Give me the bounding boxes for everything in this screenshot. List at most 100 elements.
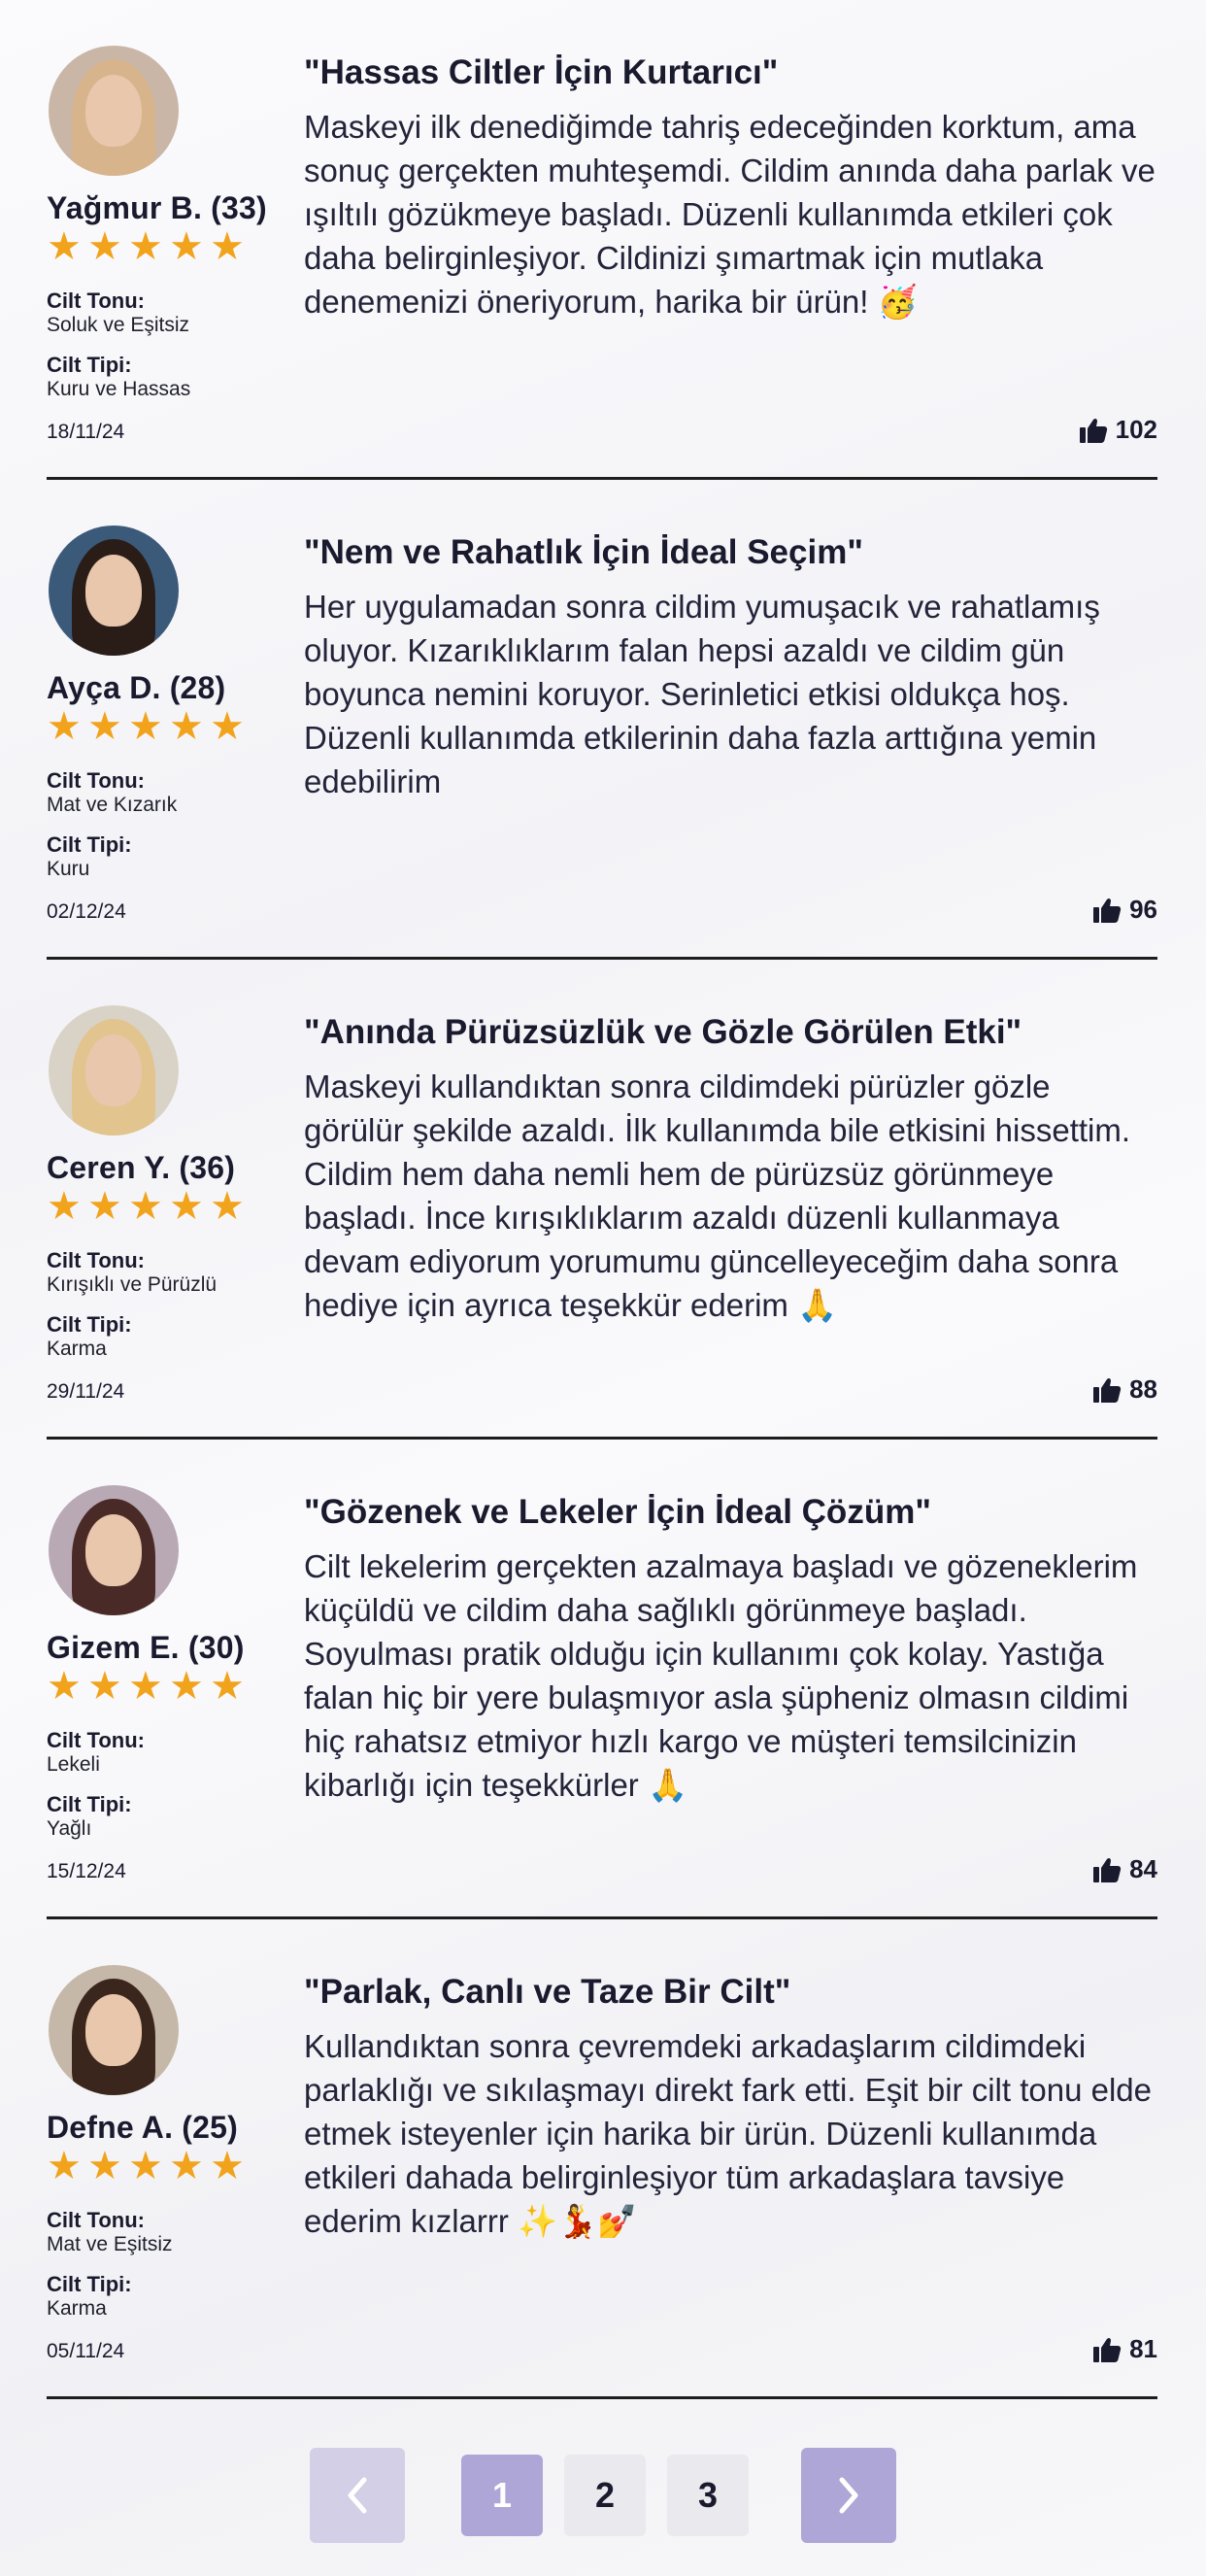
avatar — [49, 525, 179, 656]
review-date: 29/11/24 — [47, 1380, 125, 1403]
review-title: "Nem ve Rahatlık İçin İdeal Seçim" — [304, 533, 863, 571]
page-number: 1 — [491, 2475, 513, 2515]
review-title: "Anında Pürüzsüzlük ve Gözle Görülen Etk… — [304, 1013, 1022, 1051]
star-icon: ★ — [47, 705, 82, 748]
review-card: Ayça D. (28) ★ ★ ★ ★ ★ Cilt Tonu: Mat ve Kız… — [47, 480, 1157, 960]
like-count: 84 — [1129, 1854, 1157, 1883]
star-icon: ★ — [87, 1185, 122, 1228]
reviewer-name: Defne A. (25) — [47, 2110, 239, 2145]
review-title: "Hassas Ciltler İçin Kurtarıcı" — [304, 53, 779, 91]
skin-type-label: Cilt Tipi: — [47, 353, 132, 377]
like-button[interactable]: 96 — [1092, 895, 1157, 925]
reviewer-name: Ayça D. (28) — [47, 670, 226, 705]
next-page-button[interactable] — [801, 2448, 896, 2543]
review-card: Defne A. (25) ★ ★ ★ ★ ★ Cilt Tonu: Mat ve Eş… — [47, 1919, 1157, 2399]
star-icon: ★ — [128, 225, 163, 268]
like-count: 96 — [1129, 895, 1157, 924]
reviewer-name: Ceren Y. (36) — [47, 1150, 236, 1185]
star-icon: ★ — [210, 705, 245, 748]
like-button[interactable]: 88 — [1092, 1374, 1157, 1405]
page-button-1[interactable]: 1 — [461, 2455, 543, 2536]
review-card: Ceren Y. (36) ★ ★ ★ ★ ★ Cilt Tonu: Kırışıklı… — [47, 960, 1157, 1440]
page-number: 3 — [697, 2475, 719, 2515]
review-card: Yağmur B. (33) ★ ★ ★ ★ ★ Cilt Tonu: Soluk ve… — [47, 0, 1157, 480]
avatar — [49, 1485, 179, 1615]
chevron-right-icon — [839, 2477, 858, 2514]
star-icon: ★ — [87, 225, 122, 268]
star-rating: ★ ★ ★ ★ ★ — [47, 225, 245, 268]
star-rating: ★ ★ ★ ★ ★ — [47, 2145, 245, 2187]
reviewer-name: Gizem E. (30) — [47, 1630, 245, 1665]
skin-tone-value: Mat ve Eşitsiz — [47, 2233, 173, 2255]
star-icon: ★ — [87, 2145, 122, 2187]
page-number: 2 — [594, 2475, 616, 2515]
thumbs-up-icon — [1079, 418, 1107, 443]
skin-type-value: Yağlı — [47, 1817, 92, 1840]
review-date: 18/11/24 — [47, 421, 125, 443]
star-icon: ★ — [47, 1665, 82, 1708]
star-icon: ★ — [87, 1665, 122, 1708]
like-button[interactable]: 81 — [1092, 2334, 1157, 2364]
star-icon: ★ — [210, 1665, 245, 1708]
skin-tone-label: Cilt Tonu: — [47, 1248, 145, 1272]
star-rating: ★ ★ ★ ★ ★ — [47, 1185, 245, 1228]
skin-type-value: Kuru — [47, 858, 90, 880]
skin-tone-label: Cilt Tonu: — [47, 1728, 145, 1752]
review-date: 15/12/24 — [47, 1860, 126, 1882]
thumbs-up-icon — [1093, 1857, 1122, 1882]
star-icon: ★ — [169, 225, 204, 268]
star-icon: ★ — [210, 2145, 245, 2187]
skin-tone-label: Cilt Tonu: — [47, 768, 145, 793]
pagination: 1 2 3 — [0, 2448, 1206, 2543]
skin-type-value: Karma — [47, 1338, 107, 1360]
like-count: 102 — [1115, 415, 1157, 444]
star-icon: ★ — [210, 1185, 245, 1228]
star-rating: ★ ★ ★ ★ ★ — [47, 705, 245, 748]
like-count: 81 — [1129, 2334, 1157, 2363]
star-icon: ★ — [128, 1185, 163, 1228]
star-icon: ★ — [47, 225, 82, 268]
skin-tone-value: Lekeli — [47, 1753, 100, 1776]
avatar — [49, 46, 179, 176]
review-card: Gizem E. (30) ★ ★ ★ ★ ★ Cilt Tonu: Lekeli Ci… — [47, 1440, 1157, 1919]
page-button-3[interactable]: 3 — [667, 2455, 749, 2536]
star-icon: ★ — [169, 2145, 204, 2187]
thumbs-up-icon — [1093, 1377, 1122, 1403]
star-icon: ★ — [210, 225, 245, 268]
skin-type-value: Kuru ve Hassas — [47, 378, 191, 400]
star-icon: ★ — [128, 1665, 163, 1708]
skin-tone-value: Mat ve Kızarık — [47, 794, 178, 816]
star-icon: ★ — [128, 2145, 163, 2187]
star-icon: ★ — [169, 1185, 204, 1228]
review-date: 05/11/24 — [47, 2340, 125, 2362]
prev-page-button[interactable] — [310, 2448, 405, 2543]
skin-type-label: Cilt Tipi: — [47, 1312, 132, 1337]
like-count: 88 — [1129, 1374, 1157, 1404]
review-date: 02/12/24 — [47, 900, 126, 923]
review-body: Maskeyi ilk denediğimde tahriş edeceğind… — [304, 109, 1156, 320]
review-title: "Parlak, Canlı ve Taze Bir Cilt" — [304, 1973, 791, 2011]
skin-type-value: Karma — [47, 2297, 107, 2320]
skin-type-label: Cilt Tipi: — [47, 1792, 132, 1816]
avatar — [49, 1005, 179, 1135]
chevron-left-icon — [348, 2477, 367, 2514]
review-body: Her uygulamadan sonra cildim yumuşacık v… — [304, 589, 1100, 799]
review-body: Kullandıktan sonra çevremdeki arkadaşlar… — [304, 2028, 1153, 2239]
like-button[interactable]: 84 — [1092, 1854, 1157, 1884]
star-rating: ★ ★ ★ ★ ★ — [47, 1665, 245, 1708]
reviews-list: Yağmur B. (33) ★ ★ ★ ★ ★ Cilt Tonu: Soluk ve… — [47, 0, 1157, 2399]
star-icon: ★ — [169, 1665, 204, 1708]
skin-type-label: Cilt Tipi: — [47, 832, 132, 857]
avatar — [49, 1965, 179, 2095]
page-button-2[interactable]: 2 — [564, 2455, 646, 2536]
like-button[interactable]: 102 — [1079, 415, 1157, 445]
skin-tone-label: Cilt Tonu: — [47, 288, 145, 313]
thumbs-up-icon — [1093, 2337, 1122, 2362]
skin-type-label: Cilt Tipi: — [47, 2272, 132, 2296]
reviewer-name: Yağmur B. (33) — [47, 190, 267, 225]
star-icon: ★ — [87, 705, 122, 748]
star-icon: ★ — [128, 705, 163, 748]
skin-tone-value: Soluk ve Eşitsiz — [47, 314, 190, 336]
skin-tone-value: Kırışıklı ve Pürüzlü — [47, 1273, 218, 1296]
star-icon: ★ — [169, 705, 204, 748]
